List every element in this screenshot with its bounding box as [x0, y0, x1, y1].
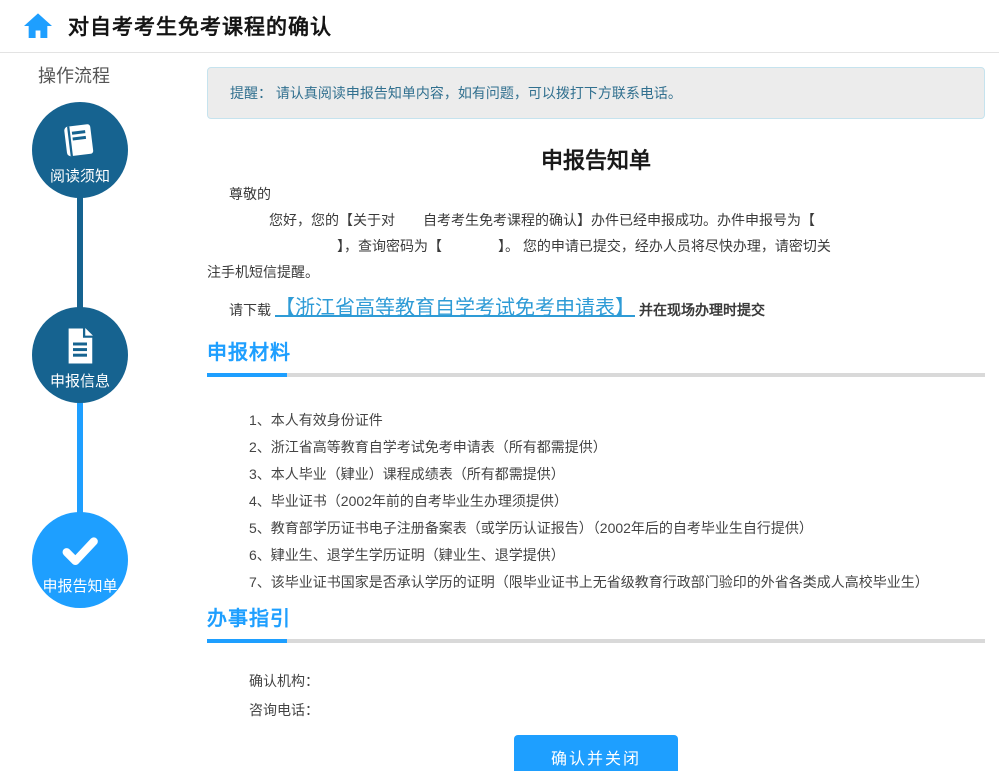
list-item: 2、浙江省高等教育自学考试免考申请表（所有都需提供） [249, 434, 985, 461]
step-notice-sheet: 申报告知单 [32, 512, 128, 608]
confirm-close-button[interactable]: 确认并关闭 [514, 735, 678, 771]
confirm-org-label: 确认机构： [249, 667, 985, 696]
materials-list: 1、本人有效身份证件 2、浙江省高等教育自学考试免考申请表（所有都需提供） 3、… [249, 407, 985, 596]
page: 对自考考生免考课程的确认 操作流程 阅读须知 [0, 0, 999, 771]
step-label: 申报信息 [50, 370, 110, 391]
notice-paragraph-line1: 您好，您的【关于对 自考考生免考课程的确认】办件已经申报成功。办件申报号为【 [269, 207, 985, 233]
list-item: 4、毕业证书（2002年前的自考毕业生办理须提供） [249, 488, 985, 515]
list-item: 5、教育部学历证书电子注册备案表（或学历认证报告）（2002年后的自考毕业生自行… [249, 515, 985, 542]
flow-title: 操作流程 [38, 62, 110, 88]
salutation-text: 尊敬的 [229, 181, 985, 207]
main-content: 提醒： 请认真阅读申报告知单内容，如有问题，可以拨打下方联系电话。 申报告知单 … [207, 60, 985, 771]
notice-title: 申报告知单 [207, 143, 985, 175]
document-icon [59, 324, 101, 368]
list-item: 7、该毕业证书国家是否承认学历的证明（限毕业证书上无省级教育行政部门验印的外省各… [249, 569, 985, 596]
list-item: 1、本人有效身份证件 [249, 407, 985, 434]
notice-paragraph-line3: 注手机短信提醒。 [207, 259, 985, 285]
download-line: 请下载 【浙江省高等教育自学考试免考申请表】 并在现场办理时提交 [229, 291, 985, 320]
list-item: 6、肄业生、退学生学历证明（肄业生、退学提供） [249, 542, 985, 569]
materials-heading-rule [207, 373, 985, 377]
home-icon[interactable] [20, 9, 58, 43]
materials-heading: 申报材料 [207, 336, 985, 365]
step-label: 阅读须知 [50, 165, 110, 186]
download-form-link[interactable]: 【浙江省高等教育自学考试免考申请表】 [275, 291, 635, 320]
notice-paragraph-line2: 】，查询密码为【 】。 您的申请已提交，经办人员将尽快办理，请密切关 [337, 233, 985, 259]
step-connector-2 [77, 400, 83, 520]
download-prefix: 请下载 [229, 300, 271, 320]
guide-block: 确认机构： 咨询电话： [207, 667, 985, 725]
list-item: 3、本人毕业（肄业）课程成绩表（所有都需提供） [249, 461, 985, 488]
check-icon [57, 529, 103, 573]
step-connector-1 [77, 195, 83, 320]
step-read-notice: 阅读须知 [32, 102, 128, 198]
page-title: 对自考考生免考课程的确认 [68, 11, 332, 41]
step-label: 申报告知单 [42, 575, 117, 596]
step-application-info: 申报信息 [32, 307, 128, 403]
guide-heading-rule [207, 639, 985, 643]
consult-phone-label: 咨询电话： [249, 696, 985, 725]
page-header: 对自考考生免考课程的确认 [0, 0, 999, 53]
download-suffix: 并在现场办理时提交 [639, 300, 765, 320]
guide-heading: 办事指引 [207, 602, 985, 631]
book-icon [59, 119, 101, 163]
reminder-banner: 提醒： 请认真阅读申报告知单内容，如有问题，可以拨打下方联系电话。 [207, 67, 985, 119]
